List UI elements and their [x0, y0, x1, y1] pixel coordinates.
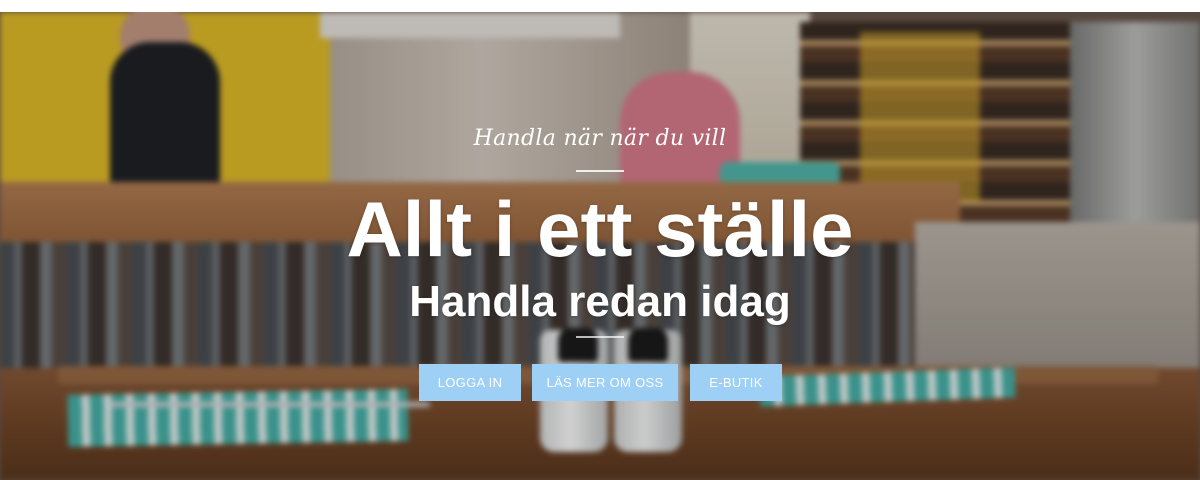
about-us-button[interactable]: LÄS MER OM OSS — [532, 364, 678, 401]
hero-headline: Allt i ett ställe — [346, 185, 854, 273]
hero-tagline: Handla när när du vill — [473, 126, 727, 151]
hero-subheadline: Handla redan idag — [409, 277, 791, 326]
subheadline-divider — [576, 336, 624, 338]
tagline-divider — [576, 170, 624, 172]
hero-section: Handla när när du vill Allt i ett ställe… — [0, 12, 1200, 480]
login-button[interactable]: LOGGA IN — [419, 364, 521, 401]
e-shop-button[interactable]: E-BUTIK — [690, 364, 782, 401]
